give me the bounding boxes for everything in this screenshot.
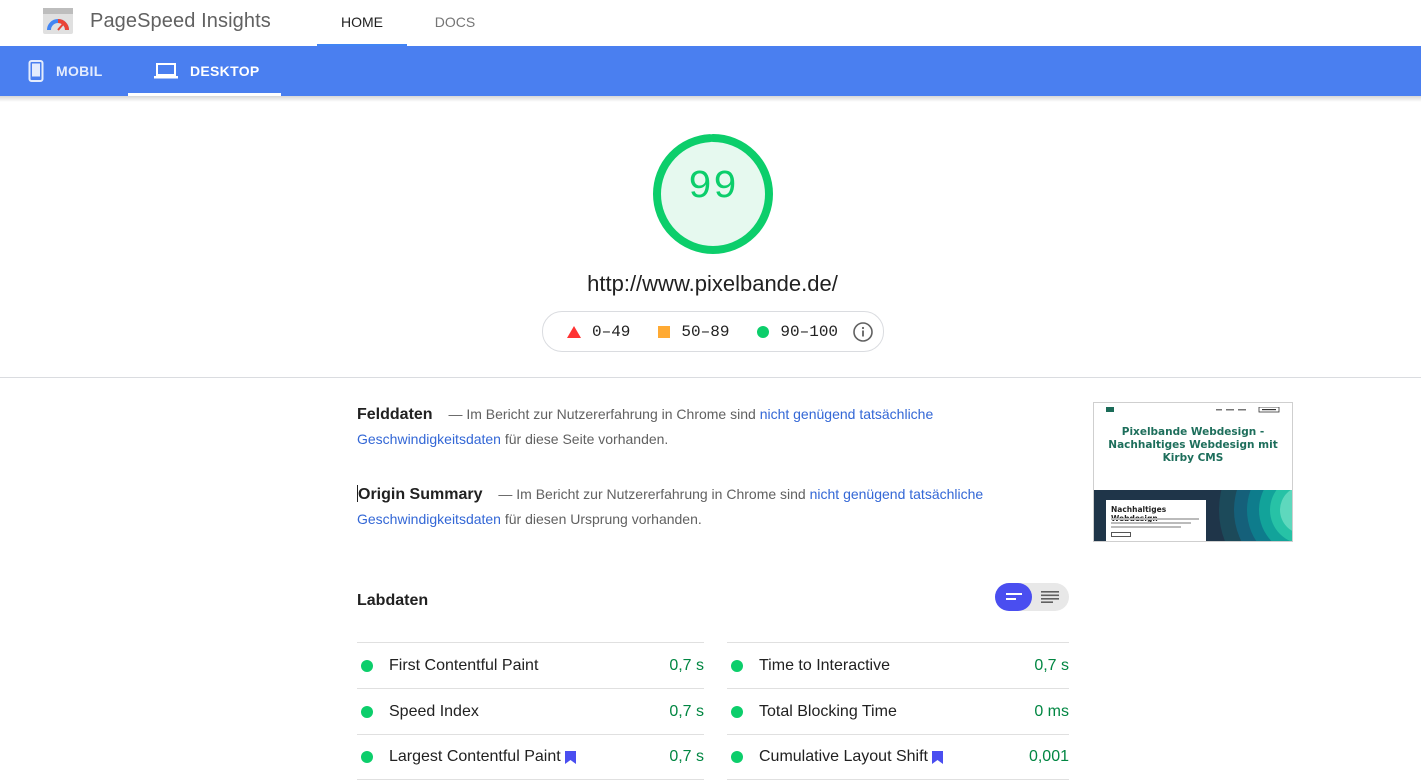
pass-circle-icon — [361, 751, 373, 763]
origin-summary-text-after: für diesen Ursprung vorhanden. — [504, 511, 702, 527]
metric-name: Total Blocking Time — [759, 702, 897, 720]
metric-name-wrap: Largest Contentful Paint — [389, 748, 669, 766]
origin-summary-dash: — — [498, 486, 513, 502]
metric-value: 0,7 s — [1034, 656, 1069, 674]
compact-list-icon — [1006, 593, 1022, 600]
metric-value: 0 ms — [1034, 702, 1069, 720]
metric-name: Speed Index — [389, 702, 479, 720]
page-screenshot-thumbnail: Pixelbande Webdesign - Nachhaltiges Webd… — [1093, 402, 1293, 542]
pass-circle-icon — [361, 705, 373, 718]
thumbnail-card-button — [1111, 532, 1131, 537]
metric-value: 0,7 s — [669, 748, 704, 765]
thumbnail-section: Nachhaltiges Webdesign — [1094, 490, 1292, 541]
metric-name-wrap: Cumulative Layout Shift — [759, 748, 1029, 766]
thumbnail-title: Pixelbande Webdesign - Nachhaltiges Webd… — [1108, 426, 1278, 464]
metrics-column-right: Time to Interactive 0,7 s Total Blocking… — [727, 642, 1069, 780]
lab-data-title: Labdaten — [357, 592, 429, 609]
metric-row: Cumulative Layout Shift 0,001 — [727, 734, 1069, 780]
thumbnail-card-line — [1111, 522, 1191, 524]
metrics-column-left: First Contentful Paint 0,7 s Speed Index… — [357, 642, 704, 780]
app-title: PageSpeed Insights — [90, 10, 271, 32]
device-tab-bar: MOBIL DESKTOP — [0, 46, 1421, 96]
tab-desktop[interactable]: DESKTOP — [128, 46, 281, 96]
view-toggle[interactable] — [995, 583, 1069, 611]
pass-circle-icon — [731, 751, 743, 763]
metric-name: Largest Contentful Paint — [389, 748, 561, 765]
legend-range-fail: 0–49 — [592, 322, 631, 341]
bookmark-icon[interactable] — [931, 750, 943, 764]
tab-desktop-label: DESKTOP — [190, 63, 260, 79]
metric-row: Total Blocking Time 0 ms — [727, 688, 1069, 734]
tab-home[interactable]: HOME — [317, 0, 407, 46]
metric-name: Cumulative Layout Shift — [759, 748, 928, 765]
field-data-text: Im Bericht zur Nutzererfahrung in Chrome… — [466, 406, 756, 422]
metric-name: First Contentful Paint — [389, 656, 539, 674]
metric-value: 0,001 — [1028, 748, 1069, 765]
legend-range-pass: 90–100 — [780, 322, 839, 341]
laptop-icon — [154, 63, 178, 79]
metric-row: Time to Interactive 0,7 s — [727, 642, 1069, 688]
pass-circle-icon — [361, 659, 373, 672]
thumbnail-logo — [1106, 407, 1114, 412]
score-legend: 0–49 50–89 90–100 — [542, 311, 884, 352]
metric-name: Time to Interactive — [759, 656, 891, 674]
legend-item-pass: 90–100 — [757, 323, 838, 341]
field-data-section: Felddaten — Im Bericht zur Nutzererfahru… — [357, 402, 1007, 451]
pass-circle-icon — [731, 705, 743, 718]
metric-row: Largest Contentful Paint 0,7 s — [357, 734, 704, 780]
square-icon — [658, 325, 671, 338]
top-header: PageSpeed Insights HOME DOCS — [0, 0, 1421, 46]
thumbnail-card-title: Nachhaltiges Webdesign — [1111, 505, 1167, 523]
score-value: 99 — [687, 165, 738, 210]
tested-url: http://www.pixelbande.de/ — [587, 271, 838, 296]
origin-summary-title: Origin Summary — [358, 486, 483, 503]
pagespeed-logo-icon[interactable] — [43, 8, 73, 34]
info-icon[interactable] — [853, 322, 873, 342]
origin-summary-section: Origin Summary — Im Bericht zur Nutzerer… — [357, 482, 1007, 531]
thumbnail-nav — [1216, 407, 1280, 413]
bookmark-icon[interactable] — [564, 750, 576, 764]
legend-item-average: 50–89 — [658, 323, 729, 341]
metric-value: 0,7 s — [669, 656, 704, 674]
tab-docs[interactable]: DOCS — [420, 0, 490, 46]
pass-circle-icon — [731, 659, 743, 672]
triangle-icon — [567, 325, 581, 338]
circle-icon — [757, 325, 770, 338]
metric-value: 0,7 s — [669, 702, 704, 720]
legend-item-fail: 0–49 — [567, 323, 630, 341]
thumbnail-card: Nachhaltiges Webdesign — [1106, 500, 1206, 541]
smartphone-icon — [28, 60, 44, 82]
device-bar-shadow — [0, 96, 1421, 102]
tab-mobile[interactable]: MOBIL — [28, 46, 103, 96]
thumbnail-hero: Pixelbande Webdesign - Nachhaltiges Webd… — [1094, 403, 1292, 490]
section-divider — [0, 377, 1421, 378]
field-data-title: Felddaten — [357, 406, 433, 423]
origin-summary-text: Im Bericht zur Nutzererfahrung in Chrome… — [516, 486, 806, 502]
metric-row: Speed Index 0,7 s — [357, 688, 704, 734]
thumbnail-card-line — [1111, 518, 1199, 520]
expanded-list-icon[interactable] — [1041, 591, 1059, 603]
legend-range-average: 50–89 — [681, 322, 730, 341]
field-data-text-after: für diese Seite vorhanden. — [504, 431, 669, 447]
metric-row: First Contentful Paint 0,7 s — [357, 642, 704, 688]
tab-mobile-label: MOBIL — [56, 63, 103, 79]
compact-view-toggle[interactable] — [995, 583, 1032, 611]
thumbnail-card-line — [1111, 526, 1181, 528]
field-data-dash: — — [448, 406, 463, 422]
